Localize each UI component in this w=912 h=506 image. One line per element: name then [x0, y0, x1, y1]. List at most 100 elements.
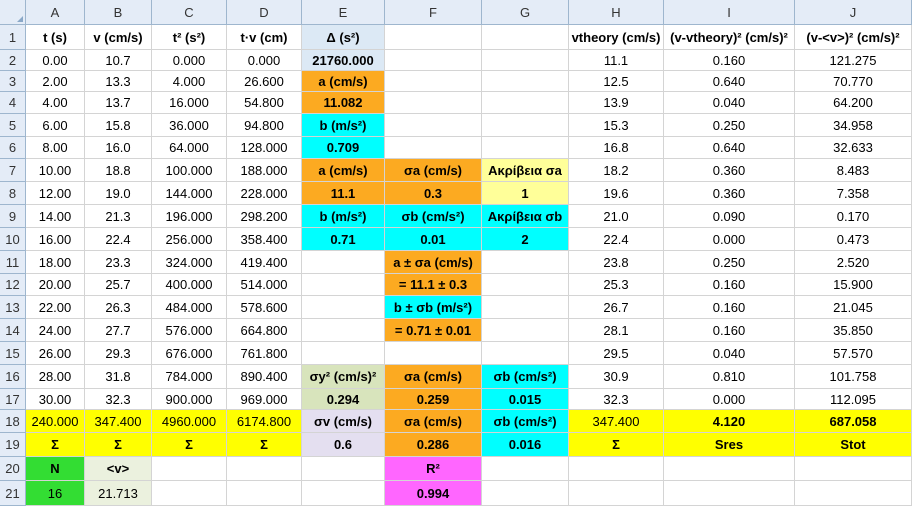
cell-h7[interactable]: 18.2: [569, 159, 664, 182]
cell-d13[interactable]: 578.600: [227, 296, 302, 319]
cell-c2[interactable]: 0.000: [152, 50, 227, 71]
cell-e9[interactable]: b (m/s²): [302, 205, 385, 228]
cell-b14[interactable]: 27.7: [85, 319, 152, 342]
cell-c7[interactable]: 100.000: [152, 159, 227, 182]
cell-d12[interactable]: 514.000: [227, 274, 302, 296]
cell-a21[interactable]: 16: [26, 481, 85, 506]
select-all-corner[interactable]: [0, 0, 26, 25]
row-header-6[interactable]: 6: [0, 137, 26, 159]
cell-d20[interactable]: [227, 457, 302, 481]
cell-c17[interactable]: 900.000: [152, 389, 227, 410]
row-header-15[interactable]: 15: [0, 342, 26, 365]
cell-b21[interactable]: 21.713: [85, 481, 152, 506]
column-header-e[interactable]: E: [302, 0, 385, 25]
cell-b4[interactable]: 13.7: [85, 92, 152, 114]
cell-j2[interactable]: 121.275: [795, 50, 912, 71]
cell-d10[interactable]: 358.400: [227, 228, 302, 251]
cell-a6[interactable]: 8.00: [26, 137, 85, 159]
cell-f6[interactable]: [385, 137, 482, 159]
cell-c14[interactable]: 576.000: [152, 319, 227, 342]
row-header-7[interactable]: 7: [0, 159, 26, 182]
cell-c19[interactable]: Σ: [152, 433, 227, 457]
cell-c3[interactable]: 4.000: [152, 71, 227, 92]
cell-e13[interactable]: [302, 296, 385, 319]
column-header-g[interactable]: G: [482, 0, 569, 25]
cell-a18[interactable]: 240.000: [26, 410, 85, 433]
cell-g10[interactable]: 2: [482, 228, 569, 251]
cell-c16[interactable]: 784.000: [152, 365, 227, 389]
cell-j12[interactable]: 15.900: [795, 274, 912, 296]
cell-h5[interactable]: 15.3: [569, 114, 664, 137]
column-header-h[interactable]: H: [569, 0, 664, 25]
cell-i3[interactable]: 0.640: [664, 71, 795, 92]
cell-i17[interactable]: 0.000: [664, 389, 795, 410]
cell-d19[interactable]: Σ: [227, 433, 302, 457]
cell-b10[interactable]: 22.4: [85, 228, 152, 251]
cell-d9[interactable]: 298.200: [227, 205, 302, 228]
cell-e16[interactable]: σy² (cm/s)²: [302, 365, 385, 389]
cell-b16[interactable]: 31.8: [85, 365, 152, 389]
cell-b9[interactable]: 21.3: [85, 205, 152, 228]
cell-g12[interactable]: [482, 274, 569, 296]
cell-g9[interactable]: Ακρίβεια σb: [482, 205, 569, 228]
row-header-1[interactable]: 1: [0, 25, 26, 50]
column-header-c[interactable]: C: [152, 0, 227, 25]
cell-e20[interactable]: [302, 457, 385, 481]
cell-b13[interactable]: 26.3: [85, 296, 152, 319]
row-header-19[interactable]: 19: [0, 433, 26, 457]
cell-i18[interactable]: 4.120: [664, 410, 795, 433]
cell-c9[interactable]: 196.000: [152, 205, 227, 228]
cell-a1[interactable]: t (s): [26, 25, 85, 50]
cell-a4[interactable]: 4.00: [26, 92, 85, 114]
cell-f14[interactable]: = 0.71 ± 0.01: [385, 319, 482, 342]
cell-d5[interactable]: 94.800: [227, 114, 302, 137]
cell-f10[interactable]: 0.01: [385, 228, 482, 251]
cell-h11[interactable]: 23.8: [569, 251, 664, 274]
cell-c13[interactable]: 484.000: [152, 296, 227, 319]
cell-b15[interactable]: 29.3: [85, 342, 152, 365]
cell-h2[interactable]: 11.1: [569, 50, 664, 71]
row-header-8[interactable]: 8: [0, 182, 26, 205]
cell-c6[interactable]: 64.000: [152, 137, 227, 159]
cell-e7[interactable]: a (cm/s): [302, 159, 385, 182]
cell-c1[interactable]: t² (s²): [152, 25, 227, 50]
cell-c12[interactable]: 400.000: [152, 274, 227, 296]
cell-j6[interactable]: 32.633: [795, 137, 912, 159]
cell-g21[interactable]: [482, 481, 569, 506]
cell-j11[interactable]: 2.520: [795, 251, 912, 274]
cell-f18[interactable]: σa (cm/s): [385, 410, 482, 433]
cell-i14[interactable]: 0.160: [664, 319, 795, 342]
cell-f13[interactable]: b ± σb (m/s²): [385, 296, 482, 319]
cell-d17[interactable]: 969.000: [227, 389, 302, 410]
cell-b11[interactable]: 23.3: [85, 251, 152, 274]
cell-d8[interactable]: 228.000: [227, 182, 302, 205]
cell-h20[interactable]: [569, 457, 664, 481]
row-header-14[interactable]: 14: [0, 319, 26, 342]
cell-c21[interactable]: [152, 481, 227, 506]
row-header-4[interactable]: 4: [0, 92, 26, 114]
cell-b1[interactable]: v (cm/s): [85, 25, 152, 50]
cell-j8[interactable]: 7.358: [795, 182, 912, 205]
cell-g6[interactable]: [482, 137, 569, 159]
column-header-j[interactable]: J: [795, 0, 912, 25]
row-header-2[interactable]: 2: [0, 50, 26, 71]
row-header-11[interactable]: 11: [0, 251, 26, 274]
cell-h12[interactable]: 25.3: [569, 274, 664, 296]
cell-a5[interactable]: 6.00: [26, 114, 85, 137]
cell-f19[interactable]: 0.286: [385, 433, 482, 457]
cell-d7[interactable]: 188.000: [227, 159, 302, 182]
cell-h19[interactable]: Σ: [569, 433, 664, 457]
cell-g18[interactable]: σb (cm/s²): [482, 410, 569, 433]
row-header-18[interactable]: 18: [0, 410, 26, 433]
cell-c11[interactable]: 324.000: [152, 251, 227, 274]
cell-b19[interactable]: Σ: [85, 433, 152, 457]
cell-d14[interactable]: 664.800: [227, 319, 302, 342]
cell-i7[interactable]: 0.360: [664, 159, 795, 182]
cell-f21[interactable]: 0.994: [385, 481, 482, 506]
cell-g11[interactable]: [482, 251, 569, 274]
cell-i6[interactable]: 0.640: [664, 137, 795, 159]
cell-a19[interactable]: Σ: [26, 433, 85, 457]
cell-j20[interactable]: [795, 457, 912, 481]
cell-j18[interactable]: 687.058: [795, 410, 912, 433]
cell-j7[interactable]: 8.483: [795, 159, 912, 182]
